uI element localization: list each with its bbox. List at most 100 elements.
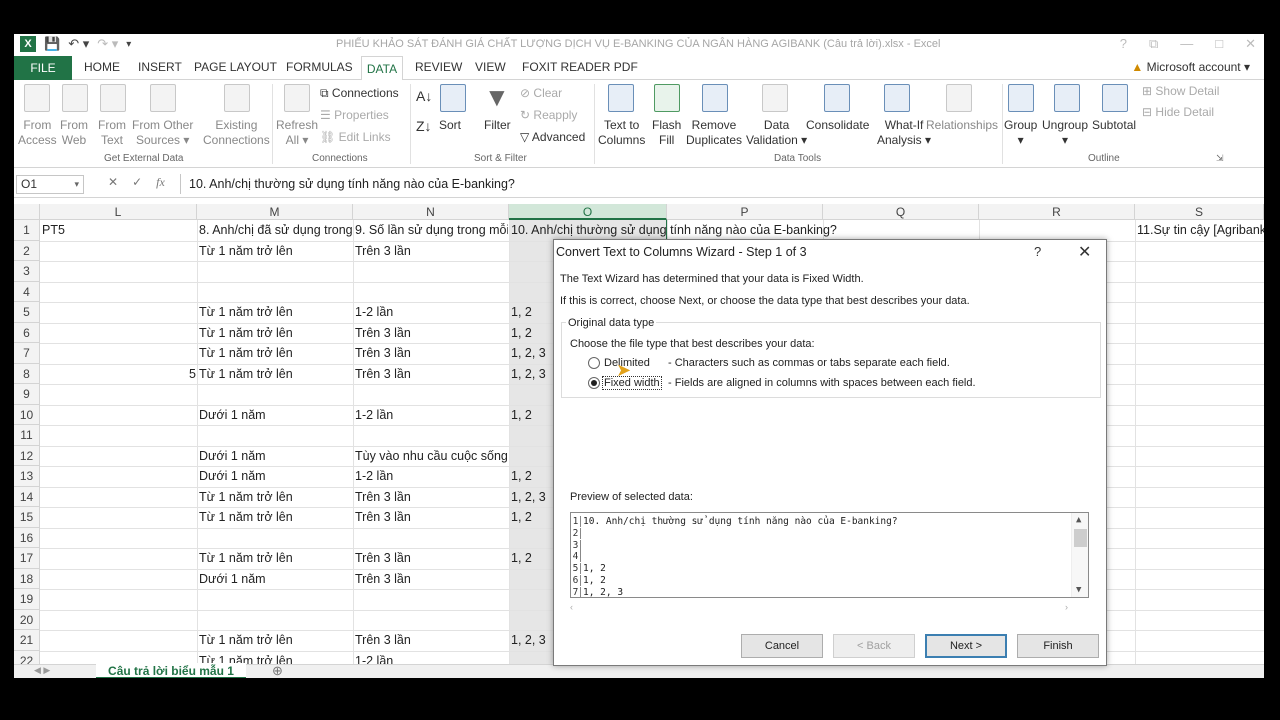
tab-insert[interactable]: INSERT xyxy=(138,60,182,74)
back-button[interactable]: < Back xyxy=(833,634,915,658)
row-header[interactable]: 20 xyxy=(14,609,40,630)
preview-scrollbar[interactable]: ▲ ▼ xyxy=(1071,513,1088,597)
from-other-sources-button[interactable]: From Other Sources ▾ xyxy=(132,118,193,148)
cell-m17[interactable]: Từ 1 năm trở lên xyxy=(199,551,352,565)
tab-view[interactable]: VIEW xyxy=(475,60,506,74)
row-header[interactable]: 16 xyxy=(14,527,40,548)
column-header-n[interactable]: N xyxy=(353,204,509,220)
cell-n17[interactable]: Trên 3 lần xyxy=(355,551,508,565)
cell-n1[interactable]: 9. Số lần sử dụng trong mỗi xyxy=(355,223,508,237)
row-header[interactable]: 12 xyxy=(14,445,40,466)
tab-file[interactable]: FILE xyxy=(14,56,72,80)
existing-connections-button[interactable]: Existing Connections xyxy=(203,118,270,148)
cell-s1[interactable]: 11.Sự tin cậy [Agribank xyxy=(1137,223,1264,237)
cell-n21[interactable]: Trên 3 lần xyxy=(355,633,508,647)
remove-duplicates-button[interactable]: Remove Duplicates xyxy=(686,118,742,148)
cell-l8[interactable]: 5 xyxy=(42,367,196,381)
scroll-thumb[interactable] xyxy=(1074,529,1087,547)
row-header[interactable]: 8 xyxy=(14,363,40,384)
tab-formulas[interactable]: FORMULAS xyxy=(286,60,353,74)
row-header[interactable]: 19 xyxy=(14,589,40,610)
cell-m12[interactable]: Dưới 1 năm xyxy=(199,449,352,463)
relationships-button[interactable]: Relationships xyxy=(926,118,998,133)
row-header[interactable]: 4 xyxy=(14,281,40,302)
cell-m18[interactable]: Dưới 1 năm xyxy=(199,572,352,586)
cell-o1[interactable]: 10. Anh/chị thường sử dụng tính năng nào… xyxy=(511,223,1111,237)
cell-m14[interactable]: Từ 1 năm trở lên xyxy=(199,490,352,504)
tab-data[interactable]: DATA xyxy=(361,56,403,81)
data-validation-button[interactable]: Data Validation ▾ xyxy=(746,118,807,148)
flash-fill-button[interactable]: Flash Fill xyxy=(652,118,681,148)
sheet-tab[interactable]: Câu trả lời biểu mẫu 1 xyxy=(96,663,246,678)
row-header[interactable]: 15 xyxy=(14,507,40,528)
cell-l1[interactable]: PT5 xyxy=(42,223,196,237)
edit-links-button[interactable]: ⛓ Edit Links xyxy=(320,130,391,144)
column-header-p[interactable]: P xyxy=(667,204,823,220)
tab-home[interactable]: HOME xyxy=(84,60,120,74)
row-header[interactable]: 17 xyxy=(14,548,40,569)
cell-n5[interactable]: 1-2 lần xyxy=(355,305,508,319)
cell-n14[interactable]: Trên 3 lần xyxy=(355,490,508,504)
name-box[interactable]: O1 ▾ xyxy=(16,175,84,194)
from-access-button[interactable]: From Access xyxy=(18,118,57,148)
consolidate-button[interactable]: Consolidate xyxy=(806,118,869,133)
cancel-icon[interactable]: ✕ xyxy=(108,175,118,190)
help-icon[interactable]: ? xyxy=(1120,36,1127,52)
cell-m8[interactable]: Từ 1 năm trở lên xyxy=(199,367,352,381)
subtotal-button[interactable]: Subtotal xyxy=(1092,118,1136,133)
text-to-columns-button[interactable]: Text to Columns xyxy=(598,118,645,148)
row-header[interactable]: 2 xyxy=(14,240,40,261)
tab-page-layout[interactable]: PAGE LAYOUT xyxy=(194,60,277,74)
undo-icon[interactable]: ↶ ▾ xyxy=(68,36,89,52)
cell-n15[interactable]: Trên 3 lần xyxy=(355,510,508,524)
cell-n18[interactable]: Trên 3 lần xyxy=(355,572,508,586)
from-text-button[interactable]: From Text xyxy=(98,118,126,148)
fixed-width-label[interactable]: Fixed width xyxy=(602,376,662,390)
row-header[interactable]: 11 xyxy=(14,425,40,446)
select-all-corner[interactable] xyxy=(14,204,40,220)
save-icon[interactable]: 💾 xyxy=(44,36,60,52)
column-header-q[interactable]: Q xyxy=(823,204,979,220)
chevron-right-icon[interactable]: › xyxy=(1065,602,1068,612)
cell-n8[interactable]: Trên 3 lần xyxy=(355,367,508,381)
row-header[interactable]: 6 xyxy=(14,322,40,343)
next-button[interactable]: Next > xyxy=(925,634,1007,658)
sheet-nav-icon[interactable]: ◀ ▶ xyxy=(34,665,50,676)
ribbon-display-icon[interactable]: ⧉ xyxy=(1149,36,1158,52)
sort-za-icon[interactable]: Z↓ xyxy=(416,118,432,134)
column-header-s[interactable]: S xyxy=(1135,204,1264,220)
chevron-up-icon[interactable]: ▲ xyxy=(1076,515,1081,525)
ungroup-button[interactable]: Ungroup ▾ xyxy=(1042,118,1088,148)
row-header[interactable]: 3 xyxy=(14,261,40,282)
customize-qat-icon[interactable]: ▾ xyxy=(126,39,131,50)
properties-button[interactable]: ☰ Properties xyxy=(320,108,389,122)
help-icon[interactable]: ? xyxy=(1034,244,1041,259)
column-header-r[interactable]: R xyxy=(979,204,1135,220)
finish-button[interactable]: Finish xyxy=(1017,634,1099,658)
account-menu[interactable]: ▲ Microsoft account ▾ xyxy=(1131,60,1250,74)
cell-m6[interactable]: Từ 1 năm trở lên xyxy=(199,326,352,340)
chevron-left-icon[interactable]: ‹ xyxy=(570,602,573,612)
cancel-button[interactable]: Cancel xyxy=(741,634,823,658)
cell-m5[interactable]: Từ 1 năm trở lên xyxy=(199,305,352,319)
close-button[interactable]: ✕ xyxy=(1245,36,1256,52)
filter-button[interactable]: Filter xyxy=(484,118,511,133)
row-header[interactable]: 14 xyxy=(14,486,40,507)
dialog-launcher-icon[interactable]: ⇲ xyxy=(1216,153,1224,164)
row-header[interactable]: 10 xyxy=(14,404,40,425)
tab-review[interactable]: REVIEW xyxy=(415,60,462,74)
cell-n7[interactable]: Trên 3 lần xyxy=(355,346,508,360)
cell-m7[interactable]: Từ 1 năm trở lên xyxy=(199,346,352,360)
reapply-button[interactable]: ↻ Reapply xyxy=(520,108,577,122)
hide-detail-button[interactable]: ⊟ Hide Detail xyxy=(1142,105,1214,119)
delimited-radio[interactable] xyxy=(588,357,600,369)
clear-button[interactable]: ⊘ Clear xyxy=(520,86,562,100)
row-header[interactable]: 7 xyxy=(14,343,40,364)
row-header[interactable]: 5 xyxy=(14,302,40,323)
row-header[interactable]: 9 xyxy=(14,384,40,405)
cell-n12[interactable]: Tùy vào nhu cầu cuộc sống xyxy=(355,449,508,463)
close-icon[interactable]: ✕ xyxy=(1078,242,1091,262)
what-if-analysis-button[interactable]: What-If Analysis ▾ xyxy=(877,118,931,148)
formula-input[interactable]: 10. Anh/chị thường sử dụng tính năng nào… xyxy=(180,174,1260,194)
tab-foxit[interactable]: FOXIT READER PDF xyxy=(522,60,638,74)
